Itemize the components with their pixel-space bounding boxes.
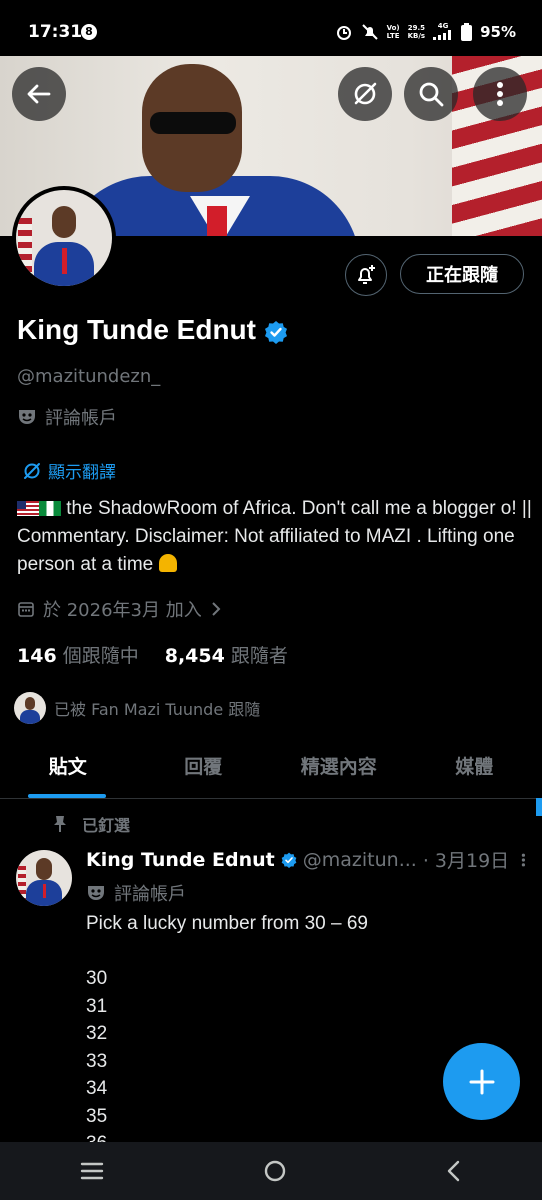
search-button[interactable] <box>404 67 458 121</box>
post-more-icon[interactable] <box>521 851 526 869</box>
profile-bio: the ShadowRoom of Africa. Don't call me … <box>17 495 532 579</box>
system-navigation-bar <box>0 1142 542 1200</box>
post-author-name[interactable]: King Tunde Ednut <box>86 849 275 871</box>
status-time: 17:31 <box>28 22 83 42</box>
tab-media[interactable]: 媒體 <box>407 742 542 798</box>
notification-badge: 8 <box>81 24 97 40</box>
network-type: 4G <box>433 22 453 42</box>
recent-apps-icon[interactable] <box>80 1161 104 1181</box>
compose-post-button[interactable] <box>443 1043 520 1120</box>
translate-off-icon <box>354 82 377 105</box>
profile-name-text: King Tunde Ednut <box>17 314 256 345</box>
nigeria-flag-icon <box>39 501 61 516</box>
more-options-button[interactable] <box>473 67 527 121</box>
arrow-left-icon <box>27 84 51 104</box>
followers-link[interactable]: 8,454 跟隨者 <box>165 641 288 668</box>
more-vertical-icon <box>497 82 503 106</box>
theater-mask-icon <box>88 886 104 900</box>
translate-icon <box>24 462 40 479</box>
active-tab-indicator <box>28 794 106 798</box>
back-nav-icon[interactable] <box>446 1160 462 1182</box>
signal-icon <box>433 30 452 40</box>
joined-text: 於 2026年3月 加入 <box>43 600 202 621</box>
followers-label: 跟隨者 <box>230 645 288 667</box>
followed-by-text: 已被 Fan Mazi Tuunde 跟隨 <box>54 700 261 719</box>
follower-avatar <box>14 692 46 724</box>
bell-emoji-icon <box>158 554 177 572</box>
show-translation-link[interactable]: 顯示翻譯 <box>22 458 116 483</box>
mute-icon <box>361 24 378 40</box>
pinned-text: 已釘選 <box>82 816 131 835</box>
network-speed: 29.5 KB/s <box>407 24 426 40</box>
tab-highlights[interactable]: 精選內容 <box>271 742 407 798</box>
followed-by-row[interactable]: 已被 Fan Mazi Tuunde 跟隨 <box>14 692 260 724</box>
post-header: King Tunde Ednut @mazitun... · 3月19日 <box>86 846 526 873</box>
bell-plus-icon <box>358 265 375 284</box>
verified-badge-icon <box>281 852 297 868</box>
battery-percent: 95% <box>480 23 516 41</box>
notification-subscribe-button[interactable] <box>345 254 387 296</box>
post-account-label-text: 評論帳戶 <box>114 884 186 905</box>
following-button[interactable]: 正在跟隨 <box>400 254 524 294</box>
profile-tabs: 貼文 回覆 精選內容 媒體 <box>0 742 542 799</box>
pin-icon <box>54 816 66 832</box>
us-flag-icon <box>17 501 39 516</box>
home-icon[interactable] <box>263 1159 287 1183</box>
theater-mask-icon <box>19 410 35 424</box>
following-count: 146 <box>17 645 57 667</box>
calendar-icon <box>18 602 34 617</box>
profile-avatar[interactable] <box>12 186 116 290</box>
post-author-avatar[interactable] <box>16 850 72 906</box>
post-date[interactable]: · 3月19日 <box>423 846 509 873</box>
show-translation-text: 顯示翻譯 <box>48 463 116 483</box>
back-button[interactable] <box>12 67 66 121</box>
following-link[interactable]: 146 個跟隨中 <box>17 641 139 668</box>
scroll-indicator <box>536 798 542 816</box>
account-label-text: 評論帳戶 <box>45 408 117 429</box>
verified-badge-icon <box>264 320 287 344</box>
bio-text: the ShadowRoom of Africa. Don't call me … <box>17 498 532 575</box>
search-icon <box>419 82 444 107</box>
profile-handle: @mazitundezn_ <box>17 366 161 387</box>
alarm-icon <box>336 26 351 40</box>
follow-stats: 146 個跟隨中 8,454 跟隨者 <box>17 641 288 668</box>
plus-icon <box>469 1069 494 1094</box>
joined-date[interactable]: 於 2026年3月 加入 <box>17 596 222 622</box>
banner-sunglasses <box>150 112 236 134</box>
pinned-label: 已釘選 <box>52 812 130 836</box>
following-label: 個跟隨中 <box>62 645 139 667</box>
post-author-handle[interactable]: @mazitun... <box>303 849 417 871</box>
tab-posts[interactable]: 貼文 <box>0 742 136 798</box>
chevron-right-icon <box>212 602 221 616</box>
followers-count: 8,454 <box>164 645 225 667</box>
post-account-label: 評論帳戶 <box>86 880 186 906</box>
post-body[interactable]: Pick a lucky number from 30 – 69 30 31 3… <box>86 910 516 1158</box>
translate-toggle-button[interactable] <box>338 67 392 121</box>
volte-indicator: Vo) LTE <box>386 24 400 40</box>
tab-replies[interactable]: 回覆 <box>136 742 272 798</box>
account-label[interactable]: 評論帳戶 <box>17 404 117 430</box>
status-bar: 17:31 8 Vo) LTE 29.5 KB/s 4G 95% <box>0 0 542 56</box>
banner-tie <box>207 206 227 236</box>
profile-name: King Tunde Ednut <box>17 314 288 346</box>
battery-icon <box>461 23 473 41</box>
status-icons: Vo) LTE 29.5 KB/s 4G 95% <box>335 22 516 42</box>
